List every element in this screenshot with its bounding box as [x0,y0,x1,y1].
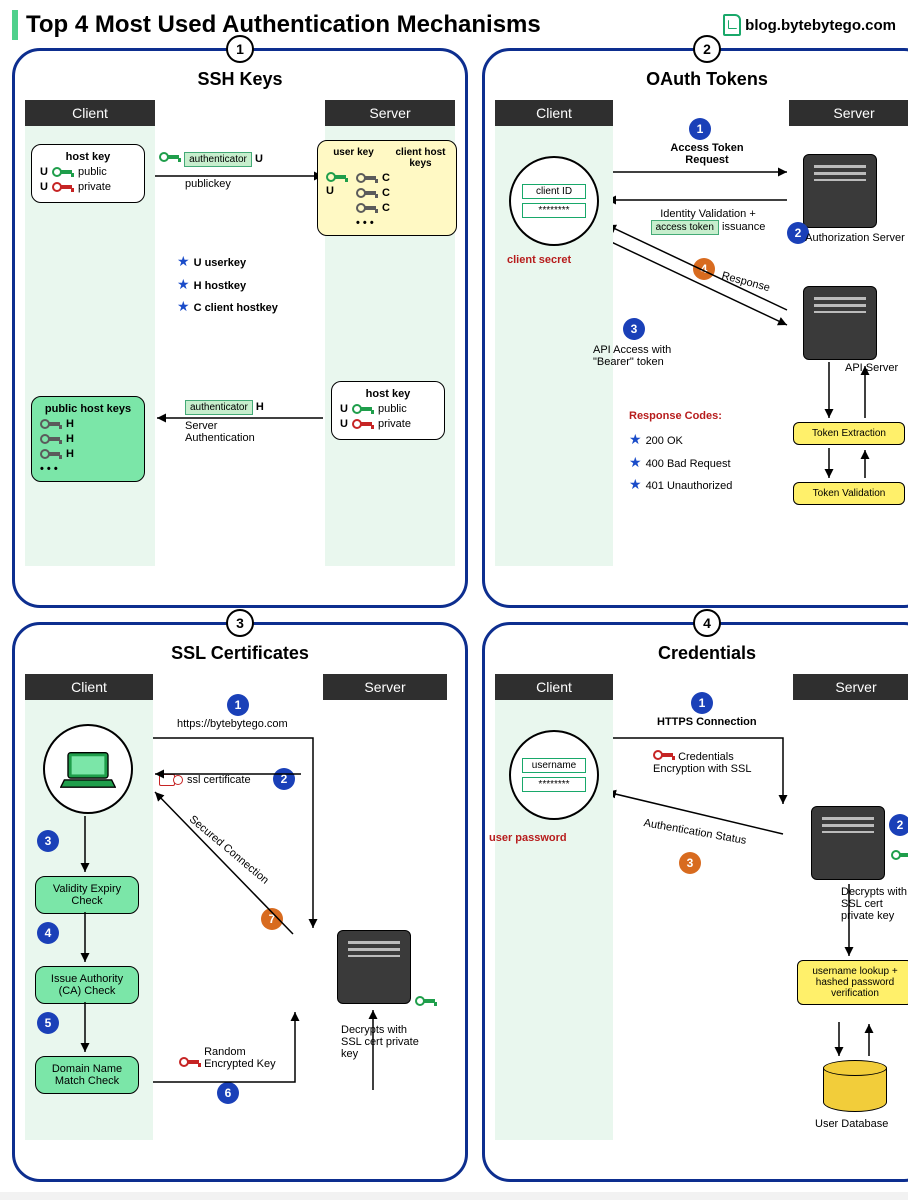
client-header: Client [495,100,613,126]
domain-check-box: Domain Name Match Check [35,1056,139,1094]
client-header: Client [25,100,155,126]
page-header: Top 4 Most Used Authentication Mechanism… [12,10,896,40]
step-badge-1: 1 [689,118,711,140]
server-header: Server [793,674,908,700]
key-icon [653,750,675,760]
key-icon [52,167,74,177]
client-header: Client [25,674,153,700]
key-icon [891,850,908,860]
ca-check-box: Issue Authority (CA) Check [35,966,139,1004]
key-icon [356,188,378,198]
panel-number: 1 [226,35,254,63]
key-icon [40,419,62,429]
client-secret-label: client secret [507,254,571,266]
authorization-server-icon [803,154,877,228]
page-title: Top 4 Most Used Authentication Mechanism… [26,11,723,39]
client-id-field: client ID [522,184,586,199]
server-hostkey-box: host key Upublic Uprivate [331,381,445,440]
client-credentials-circle: client ID ******** [509,156,599,246]
api-server-icon [803,286,877,360]
validity-check-box: Validity Expiry Check [35,876,139,914]
panel-oauth: 2 OAuth Tokens Client client ID ********… [482,48,908,608]
step-badge-1: 1 [227,694,249,716]
panel-title: SSL Certificates [25,643,455,664]
source-text: blog.bytebytego.com [745,17,896,34]
key-icon [356,173,378,183]
username-field: username [522,758,586,773]
server-header: Server [325,100,455,126]
panel-number: 3 [226,609,254,637]
auth-label: authenticator U [159,152,263,167]
key-icon [179,1057,201,1067]
key-icon [352,419,374,429]
key-icon [326,172,348,182]
public-hostkeys-box: public host keys H H H • • • [31,396,145,482]
step-badge-6: 6 [217,1082,239,1104]
panel-number: 2 [693,35,721,63]
token-validation-box: Token Validation [793,482,905,505]
step-badge-2: 2 [273,768,295,790]
step-badge-4: 4 [693,258,715,280]
certificate-icon [159,774,183,786]
step-badge-3: 3 [623,318,645,340]
panel-ssh-keys: 1 SSH Keys Client host key Upublic Upriv… [12,48,468,608]
file-icon [723,14,741,36]
step-badge-1: 1 [691,692,713,714]
step-badge-5: 5 [37,1012,59,1034]
key-icon [40,449,62,459]
response-codes: ★200 OK ★400 Bad Request ★401 Unauthoriz… [629,428,732,496]
client-header: Client [495,674,613,700]
ssh-legend: ★U userkey ★H hostkey ★C client hostkey [177,250,278,318]
source-link: blog.bytebytego.com [723,14,896,36]
client-hostkey-box: host key Upublic Uprivate [31,144,145,203]
step-badge-3: 3 [37,830,59,852]
client-secret-field: ******** [522,203,586,218]
server-header: Server [789,100,908,126]
key-icon [52,182,74,192]
token-extraction-box: Token Extraction [793,422,905,445]
key-icon [159,152,181,162]
panel-title: SSH Keys [25,69,455,90]
panel-title: Credentials [495,643,908,664]
panel-ssl: 3 SSL Certificates Client 3 Validity Exp… [12,622,468,1182]
lookup-box: username lookup + hashed password verifi… [797,960,908,1005]
database-icon [823,1060,887,1114]
key-icon [356,203,378,213]
panel-number: 4 [693,609,721,637]
accent-bar [12,10,18,40]
server-keys-box: user keyclient host keys U C C C [317,140,457,236]
step-badge-3: 3 [679,852,701,874]
panel-credentials: 4 Credentials Client username ******** u… [482,622,908,1182]
user-password-label: user password [489,832,567,844]
step-badge-7: 7 [261,908,283,930]
step-badge-2: 2 [889,814,908,836]
key-icon [415,996,437,1006]
server-icon [811,806,885,880]
server-header: Server [323,674,447,700]
laptop-icon [43,724,133,814]
panel-title: OAuth Tokens [495,69,908,90]
key-icon [352,404,374,414]
server-icon [337,930,411,1004]
credentials-circle: username ******** [509,730,599,820]
key-icon [40,434,62,444]
password-field: ******** [522,777,586,792]
step-badge-4: 4 [37,922,59,944]
auth-label2: authenticator H [185,400,264,415]
